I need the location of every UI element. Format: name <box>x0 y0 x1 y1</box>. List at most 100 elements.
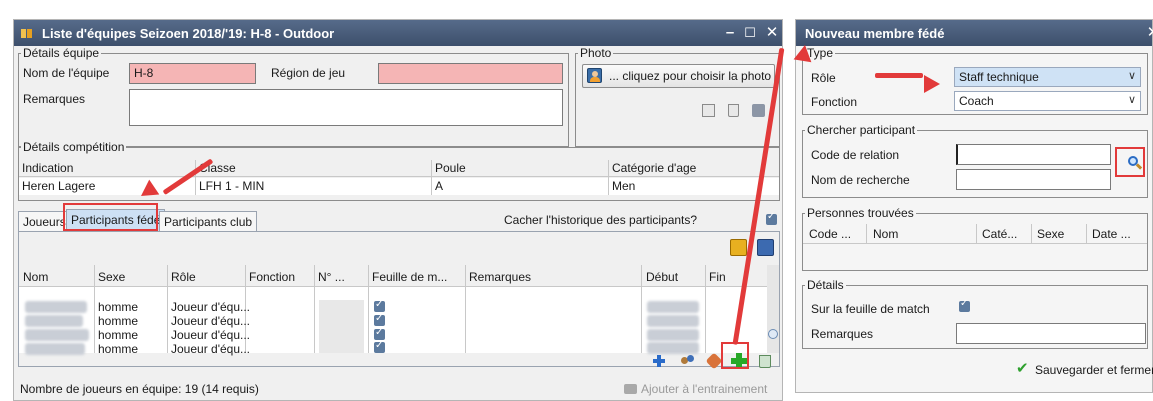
player-count-label: Nombre de joueurs en équipe: 19 (14 requ… <box>20 382 259 396</box>
on-match-sheet-checkbox[interactable] <box>959 298 970 312</box>
header-end[interactable]: Fin <box>709 270 726 284</box>
row-sexe: homme <box>98 328 139 342</box>
header-remarks[interactable]: Remarques <box>469 270 531 284</box>
redacted-name <box>25 343 85 355</box>
redacted-start-date <box>647 315 699 327</box>
save-as-icon[interactable] <box>757 239 774 256</box>
table-row[interactable]: homme Joueur d'équ... <box>19 312 767 328</box>
choose-photo-button[interactable]: ... cliquez pour choisir la photo <box>582 64 775 88</box>
table-row[interactable]: homme Joueur d'équ... <box>19 339 767 356</box>
member-details-legend: Détails <box>805 278 846 292</box>
team-remarks-label: Remarques <box>23 92 86 106</box>
search-participant-group: Chercher participant Code de relation No… <box>802 123 1148 198</box>
competition-group: Détails compétition Indication Classe Po… <box>18 140 780 201</box>
group-users-icon[interactable] <box>681 355 695 367</box>
highlight-search-button <box>1115 147 1145 177</box>
redacted-name <box>25 329 89 341</box>
function-select-value: Coach <box>959 94 994 108</box>
save-photo-icon[interactable] <box>752 104 765 117</box>
save-close-button[interactable]: ✔ Sauvegarder et fermer <box>1016 360 1153 380</box>
header-nom[interactable]: Nom <box>23 270 48 284</box>
table-scrollbar[interactable] <box>767 265 779 353</box>
member-window-titlebar[interactable]: Nouveau membre fédé ✕ <box>796 20 1153 46</box>
search-name-input[interactable] <box>956 169 1111 190</box>
role-select[interactable]: Staff technique ∨ <box>954 67 1141 87</box>
search-name-label: Nom de recherche <box>811 173 910 187</box>
team-remarks-field[interactable] <box>129 89 563 126</box>
photo-legend: Photo <box>578 46 614 60</box>
tab-club-participants[interactable]: Participants club <box>159 211 258 232</box>
match-sheet-checkbox[interactable] <box>374 312 385 326</box>
choose-photo-label: ... cliquez pour choisir la photo <box>609 69 772 83</box>
match-sheet-checkbox[interactable] <box>374 298 385 312</box>
minimize-icon[interactable]: – <box>719 20 741 46</box>
participants-panel: Nom Sexe Rôle Fonction N° ... Feuille de… <box>18 231 780 370</box>
save-icon[interactable] <box>730 239 747 256</box>
competition-col-sep <box>195 160 196 195</box>
member-remarks-label: Remarques <box>811 327 874 341</box>
function-select[interactable]: Coach ∨ <box>954 91 1141 111</box>
search-participant-legend: Chercher participant <box>805 123 918 137</box>
team-window-titlebar[interactable]: Liste d'équipes Seizoen 2018/'19: H-8 - … <box>14 20 782 46</box>
scrollbar-thumb[interactable] <box>768 329 778 339</box>
close-icon[interactable]: ✕ <box>1142 20 1153 46</box>
competition-indication: Heren Lagere <box>22 179 96 193</box>
competition-col-sep <box>608 160 609 195</box>
found-col-sep <box>866 224 867 244</box>
header-start[interactable]: Début <box>646 270 678 284</box>
table-row[interactable]: homme Joueur d'équ... <box>19 326 767 342</box>
member-remarks-input[interactable] <box>956 323 1146 344</box>
edit-photo-icon[interactable] <box>702 104 715 117</box>
competition-header-indication: Indication <box>22 161 74 175</box>
member-window-title: Nouveau membre fédé <box>805 25 945 41</box>
found-col-sep <box>1086 224 1087 244</box>
chevron-down-icon: ∨ <box>1127 94 1136 106</box>
header-role[interactable]: Rôle <box>171 270 196 284</box>
row-role: Joueur d'équ... <box>171 314 251 328</box>
relation-code-label: Code de relation <box>811 148 900 162</box>
maximize-icon[interactable]: ☐ <box>739 20 761 46</box>
hide-history-checkbox[interactable] <box>766 211 777 225</box>
redacted-start-date <box>647 301 699 313</box>
close-icon[interactable]: ✕ <box>761 20 783 46</box>
row-role: Joueur d'équ... <box>171 300 251 314</box>
role-label: Rôle <box>811 71 836 85</box>
found-header-category[interactable]: Caté... <box>982 227 1017 241</box>
found-header-name[interactable]: Nom <box>873 227 898 241</box>
participants-table-header: Nom Sexe Rôle Fonction N° ... Feuille de… <box>19 265 767 287</box>
delete-participant-icon[interactable] <box>759 355 771 368</box>
relation-code-input[interactable] <box>956 144 1111 165</box>
match-sheet-checkbox[interactable] <box>374 339 385 353</box>
header-match-sheet[interactable]: Feuille de m... <box>372 270 447 284</box>
found-header-code[interactable]: Code ... <box>809 227 851 241</box>
member-details-group: Détails Sur la feuille de match Remarque… <box>802 278 1148 349</box>
competition-col-sep <box>431 160 432 195</box>
header-number[interactable]: N° ... <box>318 270 345 284</box>
participants-table: Nom Sexe Rôle Fonction N° ... Feuille de… <box>19 265 767 356</box>
team-details-legend: Détails équipe <box>21 46 102 60</box>
row-sexe: homme <box>98 314 139 328</box>
table-row[interactable]: homme Joueur d'équ... <box>19 298 767 314</box>
delete-photo-icon[interactable] <box>728 104 739 117</box>
team-name-field[interactable]: H-8 <box>129 63 256 84</box>
add-training-button[interactable]: Ajouter à l'entrainement <box>641 382 767 396</box>
row-role: Joueur d'équ... <box>171 342 251 356</box>
found-header-date[interactable]: Date ... <box>1092 227 1131 241</box>
app-icon <box>20 26 34 40</box>
chevron-down-icon: ∨ <box>1127 70 1136 82</box>
found-header-sex[interactable]: Sexe <box>1037 227 1064 241</box>
competition-row[interactable]: Heren Lagere LFH 1 - MIN A Men <box>19 178 779 195</box>
add-blue-icon[interactable] <box>653 355 665 367</box>
team-name-label: Nom de l'équipe <box>23 66 110 80</box>
competition-header-category: Catégorie d'age <box>612 161 697 175</box>
function-label: Fonction <box>811 95 858 109</box>
annotation-arrow <box>875 73 923 78</box>
person-photo-icon <box>587 68 602 83</box>
highlight-add-button <box>721 342 749 369</box>
photo-group: Photo ... cliquez pour choisir la photo <box>575 46 780 147</box>
row-sexe: homme <box>98 342 139 356</box>
annotation-arrowhead <box>793 43 814 63</box>
region-field[interactable] <box>378 63 563 84</box>
header-sexe[interactable]: Sexe <box>98 270 125 284</box>
header-fonction[interactable]: Fonction <box>249 270 295 284</box>
